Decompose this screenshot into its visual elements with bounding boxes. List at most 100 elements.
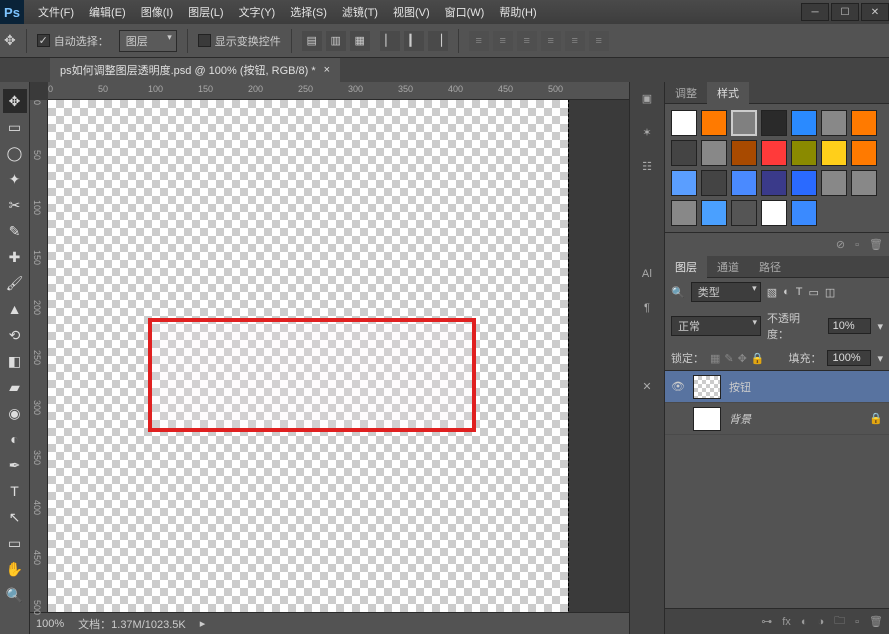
- style-swatch[interactable]: [731, 110, 757, 136]
- history-brush-tool[interactable]: ⟲: [3, 323, 27, 347]
- style-swatch[interactable]: [821, 140, 847, 166]
- align-vcenter-icon[interactable]: ▥: [326, 31, 346, 51]
- layer-thumbnail[interactable]: [693, 375, 721, 399]
- tab-paths[interactable]: 路径: [749, 256, 791, 278]
- filter-kind-dropdown[interactable]: 类型: [691, 282, 761, 302]
- character-panel-icon[interactable]: Aǀ: [637, 264, 657, 284]
- style-swatch[interactable]: [701, 140, 727, 166]
- align-top-icon[interactable]: ▤: [302, 31, 322, 51]
- stamp-tool[interactable]: ▲: [3, 297, 27, 321]
- opacity-input[interactable]: 10%: [828, 318, 872, 334]
- eyedropper-tool[interactable]: ✎: [3, 219, 27, 243]
- menu-window[interactable]: 窗口(W): [439, 1, 491, 23]
- history-panel-icon[interactable]: ▣: [637, 88, 657, 108]
- layer-name[interactable]: 按钮: [729, 379, 751, 395]
- style-swatch[interactable]: [731, 200, 757, 226]
- crop-tool[interactable]: ✂: [3, 193, 27, 217]
- style-swatch[interactable]: [731, 170, 757, 196]
- style-swatch[interactable]: [701, 200, 727, 226]
- style-swatch[interactable]: [671, 170, 697, 196]
- layer-mask-icon[interactable]: ◐: [801, 616, 808, 628]
- style-swatch[interactable]: [671, 140, 697, 166]
- maximize-button[interactable]: ☐: [831, 3, 859, 21]
- lock-transparency-icon[interactable]: ▦: [710, 352, 720, 365]
- style-swatch[interactable]: [791, 170, 817, 196]
- fill-input[interactable]: 100%: [827, 350, 871, 366]
- canvas-viewport[interactable]: [48, 100, 629, 612]
- menu-filter[interactable]: 滤镜(T): [336, 1, 384, 23]
- pen-tool[interactable]: ✒: [3, 453, 27, 477]
- zoom-level[interactable]: 100%: [36, 618, 64, 630]
- style-swatch[interactable]: [671, 200, 697, 226]
- style-swatch[interactable]: [671, 110, 697, 136]
- filter-adjust-icon[interactable]: ◐: [783, 286, 790, 298]
- menu-layer[interactable]: 图层(L): [182, 1, 229, 23]
- menu-help[interactable]: 帮助(H): [493, 1, 542, 23]
- type-tool[interactable]: T: [3, 479, 27, 503]
- marquee-tool[interactable]: ▭: [3, 115, 27, 139]
- move-tool[interactable]: ✥: [3, 89, 27, 113]
- style-swatch[interactable]: [761, 140, 787, 166]
- lasso-tool[interactable]: ◯: [3, 141, 27, 165]
- style-swatch[interactable]: [761, 110, 787, 136]
- style-swatch[interactable]: [761, 200, 787, 226]
- menu-edit[interactable]: 编辑(E): [83, 1, 132, 23]
- align-left-icon[interactable]: ▏: [380, 31, 400, 51]
- style-swatch[interactable]: [851, 140, 877, 166]
- menu-type[interactable]: 文字(Y): [233, 1, 282, 23]
- filter-smart-icon[interactable]: ◫: [825, 286, 835, 299]
- new-layer-icon[interactable]: ▫: [855, 616, 859, 628]
- path-select-tool[interactable]: ↖: [3, 505, 27, 529]
- minimize-button[interactable]: ─: [801, 3, 829, 21]
- hand-tool[interactable]: ✋: [3, 557, 27, 581]
- link-layers-icon[interactable]: ⊶: [761, 615, 772, 628]
- tab-channels[interactable]: 通道: [707, 256, 749, 278]
- close-tab-icon[interactable]: ×: [324, 64, 330, 76]
- style-swatch[interactable]: [791, 110, 817, 136]
- menu-select[interactable]: 选择(S): [284, 1, 333, 23]
- shape-tool[interactable]: ▭: [3, 531, 27, 555]
- swatches-panel-icon[interactable]: ☷: [637, 156, 657, 176]
- delete-layer-icon[interactable]: 🗑: [869, 615, 883, 628]
- tab-adjustments[interactable]: 调整: [665, 82, 707, 104]
- chevron-down-icon[interactable]: ▾: [877, 320, 883, 333]
- adjustment-layer-icon[interactable]: ◑: [817, 616, 824, 628]
- style-swatch[interactable]: [761, 170, 787, 196]
- menu-file[interactable]: 文件(F): [32, 1, 80, 23]
- menu-view[interactable]: 视图(V): [387, 1, 436, 23]
- style-swatch[interactable]: [851, 110, 877, 136]
- style-swatch[interactable]: [701, 110, 727, 136]
- style-swatch[interactable]: [701, 170, 727, 196]
- layer-row[interactable]: 👁 按钮: [665, 371, 889, 403]
- style-swatch[interactable]: [791, 200, 817, 226]
- lock-position-icon[interactable]: ✥: [738, 352, 747, 365]
- tab-styles[interactable]: 样式: [707, 82, 749, 104]
- menu-image[interactable]: 图像(I): [135, 1, 179, 23]
- canvas-document[interactable]: [48, 100, 568, 612]
- visibility-toggle[interactable]: 👁: [671, 380, 685, 393]
- selection-rectangle[interactable]: [148, 318, 476, 432]
- auto-select-check[interactable]: ✓ 自动选择：: [37, 33, 109, 49]
- filter-shape-icon[interactable]: ▭: [809, 286, 819, 299]
- paragraph-panel-icon[interactable]: ¶: [637, 298, 657, 318]
- align-bottom-icon[interactable]: ▦: [350, 31, 370, 51]
- blend-mode-dropdown[interactable]: 正常: [671, 316, 761, 336]
- layer-thumbnail[interactable]: [693, 407, 721, 431]
- style-swatch[interactable]: [731, 140, 757, 166]
- tab-layers[interactable]: 图层: [665, 256, 707, 278]
- align-right-icon[interactable]: ▕: [428, 31, 448, 51]
- filter-pixel-icon[interactable]: ▧: [767, 286, 777, 299]
- checkbox-icon[interactable]: [198, 34, 211, 47]
- search-icon[interactable]: 🔍: [671, 286, 685, 299]
- close-button[interactable]: ✕: [861, 3, 889, 21]
- magic-wand-tool[interactable]: ✦: [3, 167, 27, 191]
- zoom-tool[interactable]: 🔍: [3, 583, 27, 607]
- delete-style-icon[interactable]: 🗑: [869, 238, 883, 251]
- align-hcenter-icon[interactable]: ▎: [404, 31, 424, 51]
- style-swatch[interactable]: [821, 110, 847, 136]
- auto-select-target-dropdown[interactable]: 图层: [119, 30, 177, 52]
- lock-image-icon[interactable]: ✎: [724, 352, 733, 365]
- show-transform-check[interactable]: 显示变换控件: [198, 33, 281, 49]
- color-panel-icon[interactable]: ✶: [637, 122, 657, 142]
- clear-style-icon[interactable]: ⊘: [836, 238, 845, 251]
